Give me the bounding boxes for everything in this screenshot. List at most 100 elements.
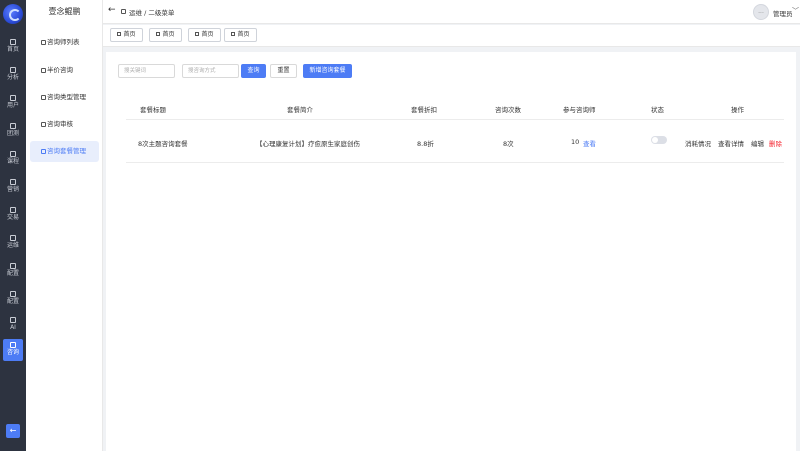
- list-icon: [41, 149, 46, 154]
- avatar[interactable]: ...: [753, 4, 769, 20]
- column-header: 状态: [651, 106, 664, 114]
- chevron-down-icon[interactable]: ﹀: [792, 6, 799, 16]
- rail-item-consult[interactable]: 咨询: [3, 339, 23, 361]
- ai-icon: [10, 317, 16, 323]
- method-search-input[interactable]: 搜咨询方式: [182, 64, 239, 78]
- sidebar-item-label: 咨询类型管理: [47, 93, 86, 101]
- cell-discount: 8.8折: [417, 140, 434, 148]
- breadcrumb-icon: [121, 9, 126, 14]
- rail-item-users[interactable]: 用户: [0, 92, 26, 114]
- sidebar-item-counselor-list[interactable]: 咨询师列表: [30, 32, 99, 53]
- tab-home-4[interactable]: 首页: [224, 28, 257, 42]
- column-header: 操作: [731, 106, 744, 114]
- rail-item-label: 课程: [6, 158, 19, 165]
- keyword-search-input[interactable]: 搜关键词: [118, 64, 175, 78]
- rail-item-label: 首页: [6, 46, 19, 53]
- sidebar-item-consult-types[interactable]: 咨询类型管理: [30, 87, 99, 108]
- sidebar-item-label: 咨询师列表: [47, 38, 80, 46]
- consult-icon: [10, 342, 16, 348]
- tab-label: 首页: [123, 31, 136, 38]
- list-icon: [41, 68, 46, 73]
- edit-link[interactable]: 编辑: [751, 138, 764, 148]
- back-arrow-icon[interactable]: ←: [108, 5, 116, 15]
- tab-icon: [231, 32, 236, 36]
- tab-icon: [117, 32, 122, 36]
- rail-item-ops[interactable]: 运维: [0, 232, 26, 254]
- megaphone-icon: [10, 179, 16, 185]
- rail-item-label: 配置: [6, 298, 19, 305]
- collapse-button[interactable]: ←: [6, 424, 20, 438]
- main-card: 搜关键词 搜咨询方式 查询 重置 新增咨询套餐 套餐标题 套餐简介 套餐折扣 咨…: [106, 52, 796, 451]
- rail-item-config-2[interactable]: 配置: [0, 288, 26, 310]
- rail-item-analysis[interactable]: 分析: [0, 64, 26, 86]
- tab-home-1[interactable]: 首页: [110, 28, 143, 42]
- rail-item-label: 团测: [6, 130, 19, 137]
- home-icon: [10, 39, 16, 45]
- sidebar-item-review[interactable]: 咨询审核: [30, 114, 99, 135]
- rail-item-group-test[interactable]: 团测: [0, 120, 26, 142]
- cell-counselors-num: 10: [571, 138, 580, 146]
- rail-item-marketing[interactable]: 营销: [0, 176, 26, 198]
- table-divider: [126, 119, 784, 120]
- book-icon: [10, 151, 16, 157]
- rail-item-label: 分析: [6, 74, 19, 81]
- list-icon: [41, 95, 46, 100]
- column-header: 咨询次数: [495, 106, 521, 114]
- list-icon: [41, 122, 46, 127]
- column-header: 套餐标题: [140, 106, 166, 114]
- table-divider: [126, 162, 784, 163]
- app-logo: [3, 4, 23, 24]
- tools-icon: [10, 235, 16, 241]
- consumption-link[interactable]: 消耗情况: [685, 138, 711, 148]
- column-header: 套餐折扣: [411, 106, 437, 114]
- cell-title: 8次主题咨询套餐: [138, 140, 188, 148]
- delete-link[interactable]: 删除: [769, 138, 782, 148]
- tab-icon: [195, 32, 200, 36]
- sidebar-item-label: 半价咨询: [47, 66, 73, 74]
- rail-item-label: 配置: [6, 270, 19, 277]
- rail-item-label: 运维: [6, 242, 19, 249]
- rail-item-config[interactable]: 配置: [0, 260, 26, 282]
- sidebar-item-half-price[interactable]: 半价咨询: [30, 60, 99, 81]
- top-header: ← 运维 / 二级菜单 ... 管理员 ﹀: [103, 0, 800, 24]
- icon-rail: 首页 分析 用户 团测 课程 营销 交易 运维 配置 配置 AI 咨询 ←: [0, 0, 26, 451]
- sidebar-item-label: 咨询审核: [47, 120, 73, 128]
- sidebar-item-packages[interactable]: 咨询套餐管理: [30, 141, 99, 162]
- cell-count: 8次: [503, 140, 514, 148]
- column-header: 参与咨询师: [563, 106, 596, 114]
- view-details-link[interactable]: 查看详情: [718, 138, 744, 148]
- view-counselors-link[interactable]: 查看: [583, 138, 596, 148]
- sidebar-item-label: 咨询套餐管理: [47, 147, 86, 155]
- add-package-button[interactable]: 新增咨询套餐: [303, 64, 352, 78]
- tab-icon: [156, 32, 161, 36]
- tab-label: 首页: [162, 31, 175, 38]
- rail-item-trade[interactable]: 交易: [0, 204, 26, 226]
- breadcrumb: 运维 / 二级菜单: [129, 9, 175, 17]
- sidebar: 壹念鲲鹏 咨询师列表 半价咨询 咨询类型管理 咨询审核 咨询套餐管理: [26, 0, 103, 451]
- group-icon: [10, 123, 16, 129]
- rail-item-ai[interactable]: AI: [0, 314, 26, 336]
- reset-button[interactable]: 重置: [270, 64, 297, 78]
- user-name[interactable]: 管理员: [773, 8, 793, 18]
- rail-item-label: 咨询: [6, 349, 19, 356]
- list-icon: [41, 40, 46, 45]
- column-header: 套餐简介: [287, 106, 313, 114]
- tab-home-2[interactable]: 首页: [149, 28, 182, 42]
- status-toggle[interactable]: [651, 136, 667, 144]
- app-title: 壹念鲲鹏: [48, 7, 81, 16]
- settings-icon: [10, 291, 16, 297]
- user-icon: [10, 95, 16, 101]
- cell-intro: 【心理康复计划】疗愈原生家庭创伤: [256, 140, 360, 148]
- tab-label: 首页: [237, 31, 250, 38]
- rail-item-home[interactable]: 首页: [0, 36, 26, 58]
- rail-item-courses[interactable]: 课程: [0, 148, 26, 170]
- rail-item-label: 交易: [6, 214, 19, 221]
- query-button[interactable]: 查询: [241, 64, 266, 78]
- tab-home-3[interactable]: 首页: [188, 28, 221, 42]
- rail-item-label: 用户: [6, 102, 19, 109]
- tab-label: 首页: [201, 31, 214, 38]
- rail-item-label: 营销: [6, 186, 19, 193]
- wallet-icon: [10, 207, 16, 213]
- rail-item-label: AI: [10, 324, 16, 331]
- tabs-bar: 首页 首页 首页 首页: [103, 25, 800, 47]
